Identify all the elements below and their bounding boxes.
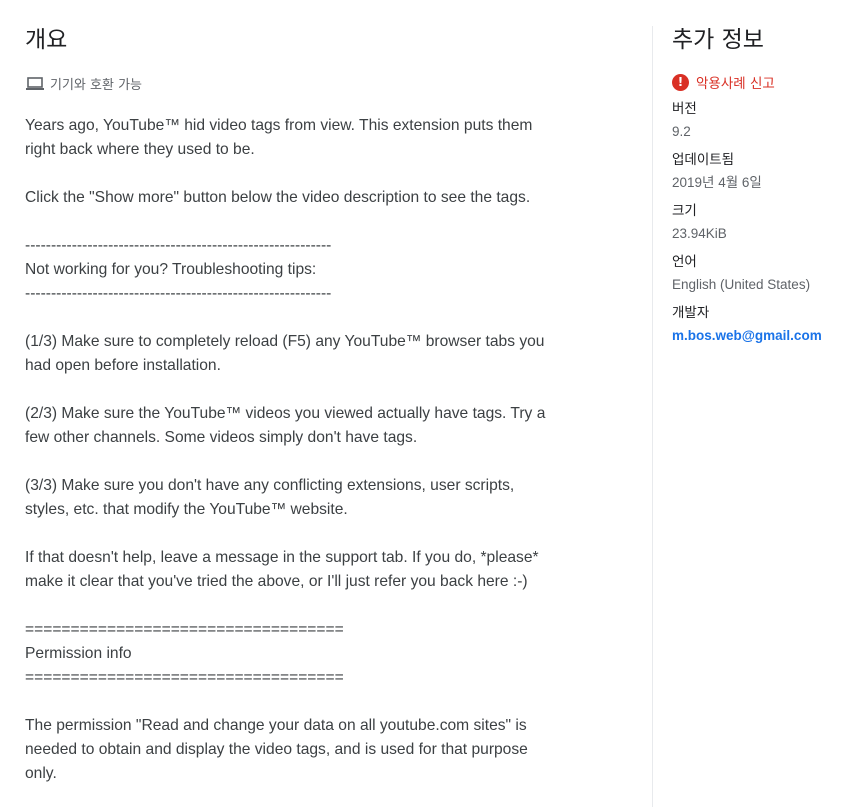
size-value: 23.94KiB [672,226,727,241]
overview-title: 개요 [25,27,68,53]
overview-section: 개요 기기와 호환 가능 Years ago, YouTube™ hid vid… [25,24,585,786]
additional-info-title: 추가 정보 [672,27,764,53]
updated-label: 업데이트됨 [672,152,735,167]
version-label: 버전 [672,101,697,116]
updated-value: 2019년 4월 6일 [672,175,762,190]
language-value: English (United States) [672,277,811,292]
size-label: 크기 [672,203,697,218]
developer-label: 개발자 [672,305,710,320]
report-abuse-link[interactable]: ! 악용사례 신고 [672,72,862,92]
alert-icon: ! [672,73,689,91]
language-label: 언어 [672,254,697,269]
device-compat-label: 기기와 호환 가능 [50,78,142,93]
column-divider [652,26,653,807]
version-value: 9.2 [672,124,691,139]
laptop-icon [26,76,44,90]
additional-info-section: 추가 정보 ! 악용사례 신고 버전 9.2 업데이트됨 2019년 4월 6일… [672,24,862,347]
report-abuse-label: 악용사례 신고 [696,76,775,92]
info-list: 버전 9.2 업데이트됨 2019년 4월 6일 크기 23.94KiB 언어 … [672,98,862,347]
developer-email-link[interactable]: m.bos.web@gmail.com [672,325,862,347]
device-compat: 기기와 호환 가능 [25,74,585,93]
description-text: Years ago, YouTube™ hid video tags from … [25,117,546,782]
